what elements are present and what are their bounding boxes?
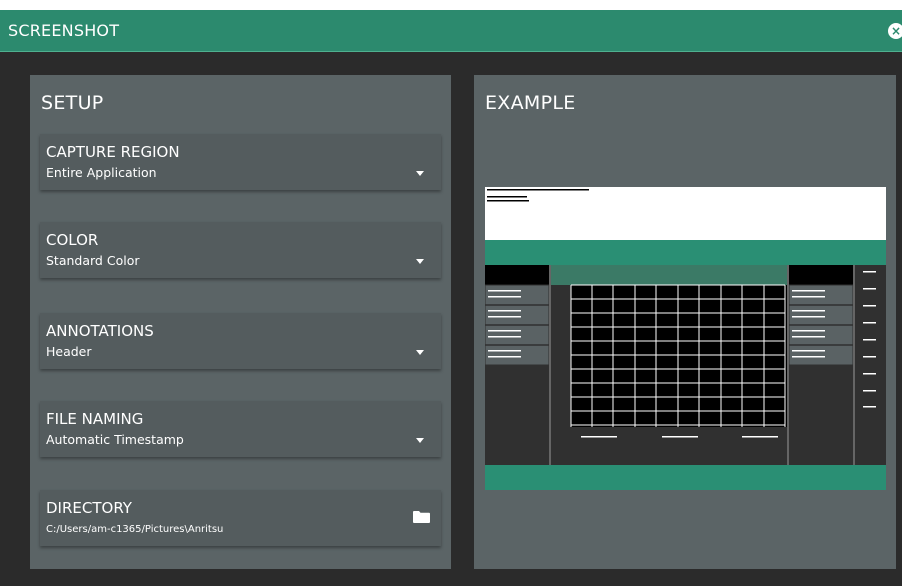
color-dropdown[interactable]: COLOR Standard Color: [40, 222, 441, 278]
top-strip: [0, 0, 902, 10]
file-naming-dropdown[interactable]: FILE NAMING Automatic Timestamp: [40, 401, 441, 457]
screenshot-example-preview: [485, 187, 886, 490]
directory-label: DIRECTORY: [46, 499, 132, 517]
chevron-down-icon: [416, 259, 424, 264]
title-bar: SCREENSHOT ×: [0, 10, 902, 52]
preview-footer-bar: [485, 465, 886, 490]
file-naming-label: FILE NAMING: [46, 410, 144, 428]
window-title: SCREENSHOT: [8, 21, 120, 40]
directory-field[interactable]: DIRECTORY C:/Users/am-c1365/Pictures\Anr…: [40, 490, 441, 546]
preview-header: [485, 187, 886, 240]
setup-panel: SETUP CAPTURE REGION Entire Application …: [30, 75, 451, 569]
folder-icon[interactable]: [413, 511, 430, 523]
example-title: EXAMPLE: [485, 92, 576, 114]
setup-title: SETUP: [41, 92, 104, 114]
capture-region-label: CAPTURE REGION: [46, 143, 180, 161]
annotations-label: ANNOTATIONS: [46, 322, 154, 340]
capture-region-dropdown[interactable]: CAPTURE REGION Entire Application: [40, 134, 441, 190]
close-icon[interactable]: ×: [888, 23, 902, 39]
file-naming-value: Automatic Timestamp: [46, 432, 184, 447]
color-value: Standard Color: [46, 253, 140, 268]
preview-title-bar: [485, 240, 886, 265]
chevron-down-icon: [416, 171, 424, 176]
example-panel: EXAMPLE: [474, 75, 896, 569]
color-label: COLOR: [46, 231, 99, 249]
capture-region-value: Entire Application: [46, 165, 157, 180]
annotations-dropdown[interactable]: ANNOTATIONS Header: [40, 313, 441, 369]
directory-path: C:/Users/am-c1365/Pictures\Anritsu: [46, 524, 224, 535]
annotations-value: Header: [46, 344, 92, 359]
chevron-down-icon: [416, 350, 424, 355]
chevron-down-icon: [416, 438, 424, 443]
